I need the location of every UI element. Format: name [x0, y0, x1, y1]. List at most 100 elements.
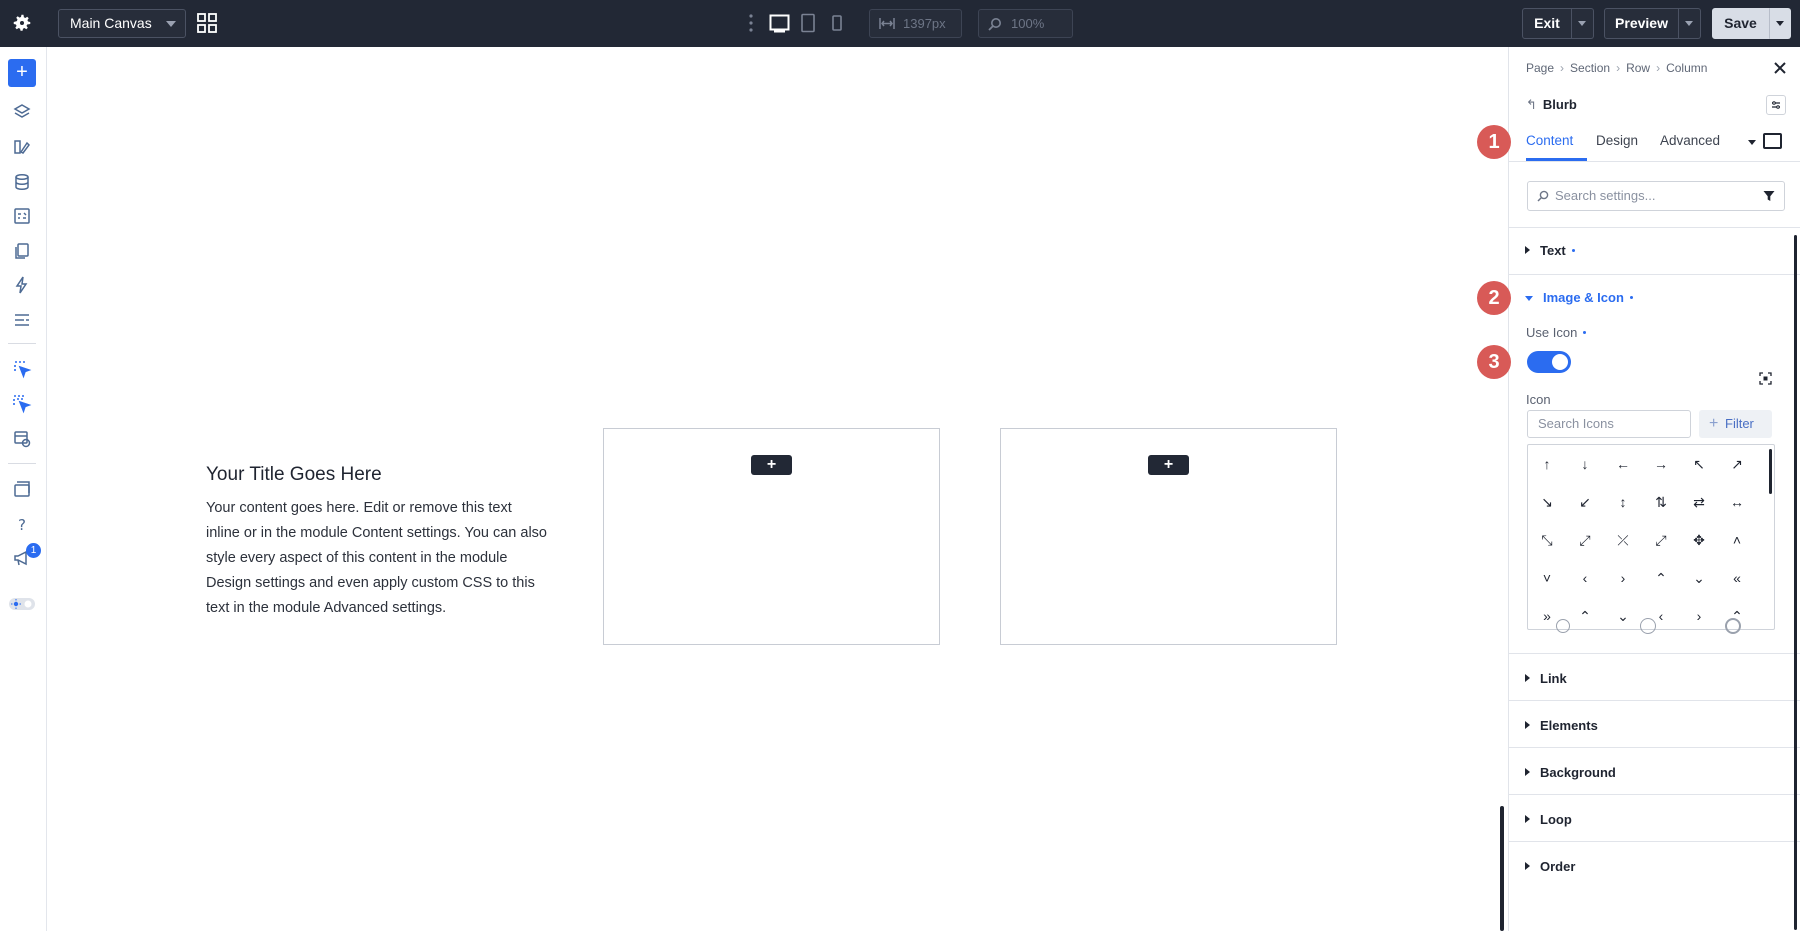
tab-content[interactable]: Content: [1526, 133, 1573, 148]
icon-option[interactable]: ⌃: [1642, 559, 1680, 597]
expand-icon[interactable]: [1759, 372, 1772, 385]
group-link[interactable]: Link: [1525, 671, 1567, 686]
breadcrumb-section[interactable]: Section: [1570, 61, 1610, 75]
settings-search-input[interactable]: Search settings...: [1527, 181, 1785, 211]
icon-option[interactable]: →: [1642, 445, 1680, 483]
database-icon[interactable]: [12, 172, 32, 192]
icon-option[interactable]: ⇅: [1642, 483, 1680, 521]
tab-design[interactable]: Design: [1596, 133, 1638, 148]
preview-menu-toggle[interactable]: [1679, 8, 1701, 39]
layout-lines-icon[interactable]: [12, 310, 32, 330]
save-button[interactable]: Save: [1712, 8, 1769, 39]
add-module-button[interactable]: +: [1148, 455, 1189, 475]
grid-layout-icon[interactable]: [197, 13, 217, 33]
library-icon[interactable]: [12, 479, 32, 499]
icon-option[interactable]: ˅: [1528, 559, 1566, 597]
desktop-view-icon[interactable]: [769, 13, 790, 33]
module-options-button[interactable]: [1766, 95, 1786, 115]
icon-option[interactable]: ↗: [1718, 445, 1756, 483]
add-module-button[interactable]: +: [751, 455, 792, 475]
width-arrows-icon: [879, 18, 895, 29]
close-icon[interactable]: [1773, 61, 1787, 75]
breadcrumb-row[interactable]: Row: [1626, 61, 1650, 75]
empty-column[interactable]: +: [1000, 428, 1337, 645]
icon-size-large[interactable]: [1725, 618, 1741, 634]
icon-filter-button[interactable]: + Filter: [1699, 410, 1772, 438]
use-icon-toggle[interactable]: [1527, 351, 1571, 373]
icon-option[interactable]: ⌄: [1604, 597, 1642, 635]
icon-grid-scrollbar[interactable]: [1769, 449, 1772, 494]
canvas-scrollbar[interactable]: [1500, 806, 1504, 931]
breadcrumb-page[interactable]: Page: [1526, 61, 1554, 75]
panel-scrollbar[interactable]: [1794, 235, 1797, 930]
tablet-view-icon[interactable]: [800, 13, 816, 33]
tab-advanced[interactable]: Advanced: [1660, 133, 1720, 148]
icon-option[interactable]: ⌄: [1680, 559, 1718, 597]
theme-mode-toggle[interactable]: [9, 598, 35, 610]
breadcrumb-column[interactable]: Column: [1666, 61, 1707, 75]
icon-option[interactable]: ←: [1604, 445, 1642, 483]
breadcrumb: Page › Section › Row › Column: [1526, 61, 1713, 75]
icon-size-medium[interactable]: [1640, 618, 1656, 634]
icon-option[interactable]: ↖: [1680, 445, 1718, 483]
group-elements-label: Elements: [1540, 718, 1598, 733]
select-cursor-icon[interactable]: [12, 359, 32, 379]
view-mode-icon[interactable]: [1763, 133, 1782, 149]
icon-option[interactable]: ⤫: [1604, 521, 1642, 559]
save-menu-toggle[interactable]: [1769, 8, 1791, 39]
icon-size-small[interactable]: [1556, 619, 1570, 633]
gear-icon[interactable]: [11, 12, 33, 34]
icon-option[interactable]: ⇄: [1680, 483, 1718, 521]
filter-icon[interactable]: [1763, 190, 1775, 202]
icon-option[interactable]: «: [1718, 559, 1756, 597]
icon-search-input[interactable]: Search Icons: [1527, 410, 1691, 438]
layers-icon[interactable]: [12, 102, 32, 122]
icon-option[interactable]: ›: [1604, 559, 1642, 597]
preview-button[interactable]: Preview: [1604, 8, 1679, 39]
zoom-icon: [988, 18, 1001, 31]
icon-option[interactable]: ‹: [1566, 559, 1604, 597]
icon-option[interactable]: ›: [1680, 597, 1718, 635]
canvas-width-field[interactable]: 1397px: [869, 9, 962, 38]
callout-badge-1: 1: [1477, 125, 1511, 159]
exit-menu-toggle[interactable]: [1572, 8, 1594, 39]
section-divider: [1509, 747, 1800, 748]
icon-option[interactable]: ✥: [1680, 521, 1718, 559]
chevron-down-icon[interactable]: [1748, 140, 1756, 145]
presets-icon[interactable]: [12, 137, 32, 157]
icon-option[interactable]: ⤡: [1528, 521, 1566, 559]
group-order[interactable]: Order: [1525, 859, 1575, 874]
icon-option[interactable]: ⌃: [1566, 597, 1604, 635]
icon-option[interactable]: ↔: [1718, 483, 1756, 521]
canvas-select[interactable]: Main Canvas: [58, 9, 186, 38]
icon-option[interactable]: ↘: [1528, 483, 1566, 521]
icon-option[interactable]: ˄: [1718, 521, 1756, 559]
group-loop[interactable]: Loop: [1525, 812, 1572, 827]
exit-button[interactable]: Exit: [1522, 8, 1572, 39]
more-vertical-icon[interactable]: [749, 14, 753, 32]
group-image-icon[interactable]: Image & Icon: [1525, 290, 1633, 305]
theme-settings-icon[interactable]: [12, 429, 32, 449]
icon-option[interactable]: ↓: [1566, 445, 1604, 483]
icon-option[interactable]: ⤢: [1566, 521, 1604, 559]
icon-option[interactable]: ⤢: [1642, 521, 1680, 559]
blurb-title[interactable]: Your Title Goes Here: [206, 464, 382, 486]
group-text[interactable]: Text: [1525, 243, 1575, 258]
add-element-button[interactable]: +: [8, 59, 36, 87]
group-elements[interactable]: Elements: [1525, 718, 1598, 733]
lightning-icon[interactable]: [12, 275, 32, 295]
icon-option[interactable]: ↑: [1528, 445, 1566, 483]
icon-option[interactable]: ↕: [1604, 483, 1642, 521]
pages-icon[interactable]: [12, 241, 32, 261]
help-icon[interactable]: ?: [12, 514, 32, 534]
sun-icon: [11, 599, 21, 609]
blurb-body[interactable]: Your content goes here. Edit or remove t…: [206, 496, 548, 621]
multi-select-icon[interactable]: [12, 394, 32, 414]
phone-view-icon[interactable]: [831, 13, 843, 33]
variables-icon[interactable]: [12, 206, 32, 226]
back-icon[interactable]: ↰: [1526, 97, 1537, 112]
icon-option[interactable]: ↙: [1566, 483, 1604, 521]
group-background[interactable]: Background: [1525, 765, 1616, 780]
empty-column[interactable]: +: [603, 428, 940, 645]
zoom-field[interactable]: 100%: [978, 9, 1073, 38]
